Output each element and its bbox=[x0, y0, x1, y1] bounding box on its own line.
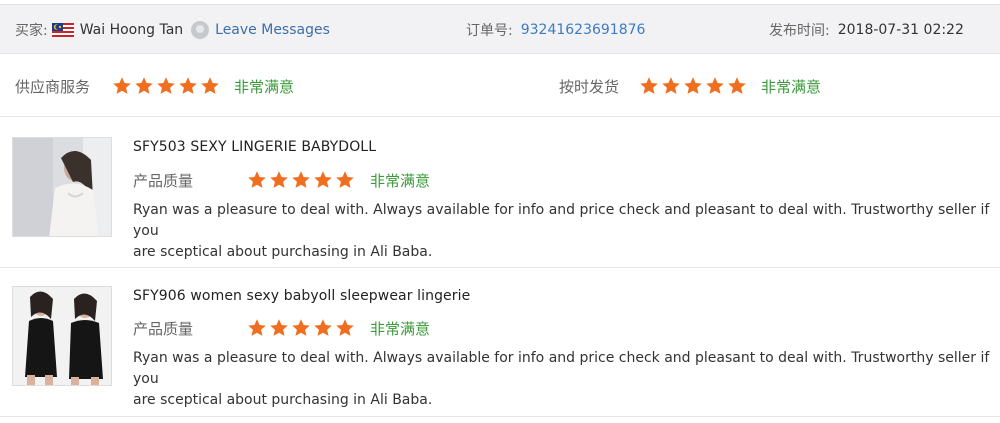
star-icon bbox=[639, 76, 659, 96]
publish-label: 发布时间: bbox=[769, 23, 830, 39]
service-ratings-row: 供应商服务 非常满意 按时发货 非常满意 bbox=[0, 55, 1000, 117]
supplier-service-label: 供应商服务 bbox=[15, 77, 91, 96]
star-icon bbox=[200, 76, 220, 96]
buyer-info: 买家: Wai Hoong Tan Leave Messages bbox=[15, 5, 330, 55]
star-icon bbox=[313, 170, 333, 190]
star-icon bbox=[727, 76, 747, 96]
shipping-star-rating bbox=[639, 76, 747, 96]
order-label: 订单号: bbox=[466, 23, 513, 39]
supplier-star-rating bbox=[112, 76, 220, 96]
shipping-label: 按时发货 bbox=[559, 77, 620, 96]
review-text: Ryan was a pleasure to deal with. Always… bbox=[133, 348, 999, 411]
order-info: 订单号: 93241623691876 bbox=[466, 5, 645, 55]
star-icon bbox=[247, 318, 267, 338]
review-line: are sceptical about purchasing in Ali Ba… bbox=[133, 392, 433, 408]
product-thumbnail[interactable] bbox=[12, 286, 112, 386]
quality-rating-text: 非常满意 bbox=[370, 171, 431, 190]
review-header-bar: 买家: Wai Hoong Tan Leave Messages 订单号: 93… bbox=[0, 4, 1000, 54]
product-title[interactable]: SFY503 SEXY LINGERIE BABYDOLL bbox=[133, 139, 376, 155]
star-icon bbox=[335, 318, 355, 338]
buyer-name: Wai Hoong Tan bbox=[79, 22, 184, 38]
quality-label: 产品质量 bbox=[133, 171, 194, 190]
star-icon bbox=[291, 170, 311, 190]
star-icon bbox=[112, 76, 132, 96]
review-item: SFY906 women sexy babyoll sleepwear ling… bbox=[0, 268, 1000, 417]
star-icon bbox=[661, 76, 681, 96]
review-line: Ryan was a pleasure to deal with. Always… bbox=[133, 350, 990, 387]
star-icon bbox=[291, 318, 311, 338]
star-icon bbox=[269, 170, 289, 190]
user-avatar-icon bbox=[191, 21, 210, 39]
product-quality-rating: 产品质量 非常满意 bbox=[133, 316, 430, 340]
review-text: Ryan was a pleasure to deal with. Always… bbox=[133, 200, 999, 263]
star-icon bbox=[156, 76, 176, 96]
malaysia-flag-icon bbox=[51, 23, 74, 37]
shipping-rating-text: 非常满意 bbox=[761, 77, 822, 96]
star-icon bbox=[269, 318, 289, 338]
publish-info: 发布时间: 2018-07-31 02:22 bbox=[769, 5, 964, 55]
supplier-rating-text: 非常满意 bbox=[234, 77, 295, 96]
review-line: Ryan was a pleasure to deal with. Always… bbox=[133, 202, 990, 239]
publish-time: 2018-07-31 02:22 bbox=[837, 22, 964, 38]
star-icon bbox=[313, 318, 333, 338]
leave-messages-link[interactable]: Leave Messages bbox=[215, 22, 330, 38]
star-icon bbox=[247, 170, 267, 190]
product-title[interactable]: SFY906 women sexy babyoll sleepwear ling… bbox=[133, 288, 470, 304]
buyer-label: 买家: bbox=[15, 23, 48, 39]
supplier-service-rating: 供应商服务 非常满意 bbox=[15, 55, 294, 117]
product-quality-rating: 产品质量 非常满意 bbox=[133, 168, 430, 192]
order-number-link[interactable]: 93241623691876 bbox=[521, 22, 646, 38]
quality-label: 产品质量 bbox=[133, 319, 194, 338]
review-line: are sceptical about purchasing in Ali Ba… bbox=[133, 244, 433, 260]
quality-rating-text: 非常满意 bbox=[370, 319, 431, 338]
star-icon bbox=[134, 76, 154, 96]
star-icon bbox=[705, 76, 725, 96]
quality-star-rating bbox=[247, 170, 355, 190]
review-item: SFY503 SEXY LINGERIE BABYDOLL 产品质量 非常满意 … bbox=[0, 118, 1000, 268]
star-icon bbox=[683, 76, 703, 96]
star-icon bbox=[335, 170, 355, 190]
shipping-rating: 按时发货 非常满意 bbox=[559, 55, 821, 117]
quality-star-rating bbox=[247, 318, 355, 338]
star-icon bbox=[178, 76, 198, 96]
product-thumbnail[interactable] bbox=[12, 137, 112, 237]
